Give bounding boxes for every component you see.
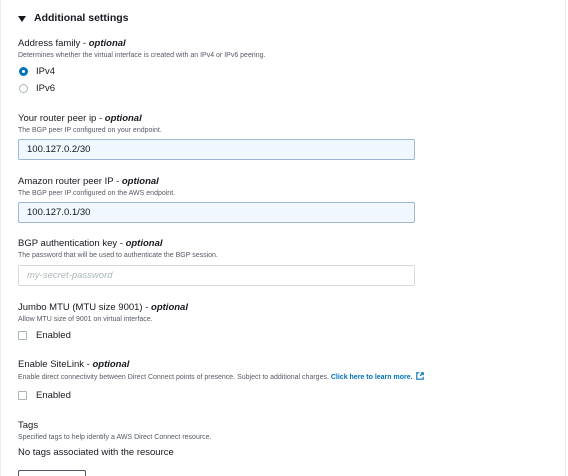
bgp-auth-key-description: The password that will be used to authen… <box>18 252 218 259</box>
tags-label: Tags <box>18 420 39 431</box>
radio-ipv4[interactable]: IPv4 <box>18 63 518 80</box>
amazon-peer-ip-field: Amazon router peer IP - optional The BGP… <box>18 176 518 199</box>
router-peer-ip-description: The BGP peer IP configured on your endpo… <box>18 127 162 134</box>
section-title: Additional settings <box>34 12 129 24</box>
tags-field: Tags Specified tags to help identify a A… <box>18 420 518 458</box>
amazon-peer-ip-label: Amazon router peer IP - optional <box>18 176 159 187</box>
jumbo-mtu-label: Jumbo MTU (MTU size 9001) - optional <box>18 302 188 313</box>
amazon-peer-ip-input[interactable]: 100.127.0.1/30 <box>18 202 415 223</box>
radio-ipv4-label: IPv4 <box>36 66 56 77</box>
router-peer-ip-input[interactable]: 100.127.0.2/30 <box>18 139 415 160</box>
radio-ipv6[interactable]: IPv6 <box>18 80 518 97</box>
radio-ipv6-label: IPv6 <box>36 83 56 94</box>
address-family-label: Address family - optional <box>18 38 126 49</box>
bgp-auth-key-field: BGP authentication key - optional The pa… <box>18 238 518 261</box>
jumbo-mtu-checkbox[interactable] <box>18 331 27 340</box>
bgp-auth-key-input[interactable]: my-secret-password <box>18 265 415 286</box>
caret-down-icon <box>18 15 26 22</box>
sitelink-learn-more-link[interactable]: Click here to learn more. <box>331 374 413 381</box>
sitelink-checkbox[interactable] <box>18 391 27 400</box>
router-peer-ip-label: Your router peer ip - optional <box>18 113 142 124</box>
tags-empty-text: No tags associated with the resource <box>18 447 174 458</box>
sitelink-description: Enable direct connectivity between Direc… <box>18 372 548 383</box>
sitelink-checkbox-row[interactable]: Enabled <box>18 390 71 401</box>
additional-settings-panel: Additional settings Address family - opt… <box>0 0 566 476</box>
radio-ipv6-control[interactable] <box>19 84 28 93</box>
address-family-field: Address family - optional Determines whe… <box>18 38 518 97</box>
sitelink-field: Enable SiteLink - optional Enable direct… <box>18 359 548 383</box>
amazon-peer-ip-description: The BGP peer IP configured on the AWS en… <box>18 190 176 197</box>
address-family-description: Determines whether the virtual interface… <box>18 52 266 59</box>
additional-settings-toggle[interactable]: Additional settings <box>18 12 129 24</box>
external-link-icon[interactable] <box>415 372 424 380</box>
sitelink-label: Enable SiteLink - optional <box>18 359 130 370</box>
tags-description: Specified tags to help identify a AWS Di… <box>18 434 212 441</box>
jumbo-mtu-checkbox-row[interactable]: Enabled <box>18 330 71 341</box>
jumbo-mtu-description: Allow MTU size of 9001 on virtual interf… <box>18 316 153 323</box>
radio-ipv4-control[interactable] <box>19 67 28 76</box>
router-peer-ip-field: Your router peer ip - optional The BGP p… <box>18 113 518 136</box>
bgp-auth-key-label: BGP authentication key - optional <box>18 238 163 249</box>
add-tag-button[interactable] <box>18 470 86 476</box>
jumbo-mtu-checkbox-label: Enabled <box>36 330 71 341</box>
sitelink-checkbox-label: Enabled <box>36 390 71 401</box>
jumbo-mtu-field: Jumbo MTU (MTU size 9001) - optional All… <box>18 302 518 325</box>
